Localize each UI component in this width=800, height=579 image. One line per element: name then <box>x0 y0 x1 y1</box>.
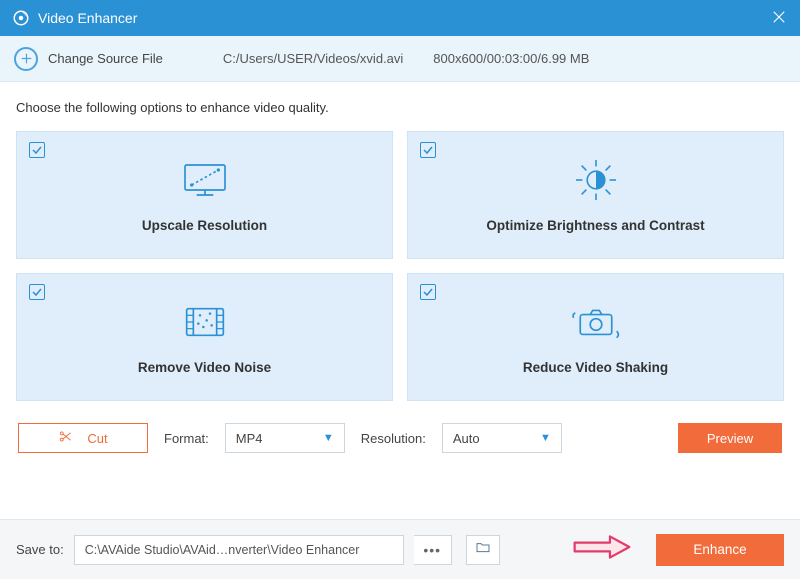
source-bar: Change Source File C:/Users/USER/Videos/… <box>0 36 800 82</box>
format-select[interactable]: MP4 ▼ <box>225 423 345 453</box>
monitor-icon <box>180 158 230 202</box>
app-logo-icon <box>12 9 30 27</box>
save-path-value: C:\AVAide Studio\AVAid…nverter\Video Enh… <box>85 543 360 557</box>
chevron-down-icon: ▼ <box>540 432 551 444</box>
option-brightness-contrast[interactable]: Optimize Brightness and Contrast <box>407 131 784 259</box>
scissors-icon <box>58 429 73 447</box>
footer-bar: Save to: C:\AVAide Studio\AVAid…nverter\… <box>0 519 800 579</box>
checkbox-noise[interactable] <box>29 284 45 300</box>
save-path-field[interactable]: C:\AVAide Studio\AVAid…nverter\Video Enh… <box>74 535 404 565</box>
option-remove-noise[interactable]: Remove Video Noise <box>16 273 393 401</box>
arrow-annotation-icon <box>570 532 634 567</box>
cut-label: Cut <box>87 431 107 446</box>
close-button[interactable] <box>770 8 788 29</box>
cut-button[interactable]: Cut <box>18 423 148 453</box>
card-label: Optimize Brightness and Contrast <box>486 218 704 233</box>
film-noise-icon <box>180 300 230 344</box>
checkbox-upscale[interactable] <box>29 142 45 158</box>
option-reduce-shaking[interactable]: Reduce Video Shaking <box>407 273 784 401</box>
resolution-select[interactable]: Auto ▼ <box>442 423 562 453</box>
folder-icon <box>475 539 491 560</box>
add-source-icon[interactable] <box>14 47 38 71</box>
resolution-value: Auto <box>453 431 480 446</box>
browse-button[interactable]: ••• <box>414 535 452 565</box>
sun-icon <box>572 158 620 202</box>
save-to-label: Save to: <box>16 542 64 557</box>
preview-button[interactable]: Preview <box>678 423 782 453</box>
preview-label: Preview <box>707 431 753 446</box>
change-source-button[interactable]: Change Source File <box>48 51 163 66</box>
card-label: Remove Video Noise <box>138 360 271 375</box>
source-meta: 800x600/00:03:00/6.99 MB <box>433 51 589 66</box>
enhance-button[interactable]: Enhance <box>656 534 784 566</box>
chevron-down-icon: ▼ <box>323 432 334 444</box>
source-path: C:/Users/USER/Videos/xvid.avi <box>223 51 403 66</box>
option-upscale-resolution[interactable]: Upscale Resolution <box>16 131 393 259</box>
card-label: Upscale Resolution <box>142 218 267 233</box>
format-label: Format: <box>164 431 209 446</box>
format-value: MP4 <box>236 431 263 446</box>
checkbox-shaking[interactable] <box>420 284 436 300</box>
checkbox-brightness[interactable] <box>420 142 436 158</box>
resolution-label: Resolution: <box>361 431 426 446</box>
camera-shake-icon <box>567 300 625 344</box>
open-folder-button[interactable] <box>466 535 500 565</box>
ellipsis-icon: ••• <box>423 542 441 558</box>
enhance-label: Enhance <box>693 542 746 557</box>
titlebar: Video Enhancer <box>0 0 800 36</box>
card-label: Reduce Video Shaking <box>523 360 668 375</box>
instruction-text: Choose the following options to enhance … <box>16 100 784 115</box>
window-title: Video Enhancer <box>38 10 137 26</box>
